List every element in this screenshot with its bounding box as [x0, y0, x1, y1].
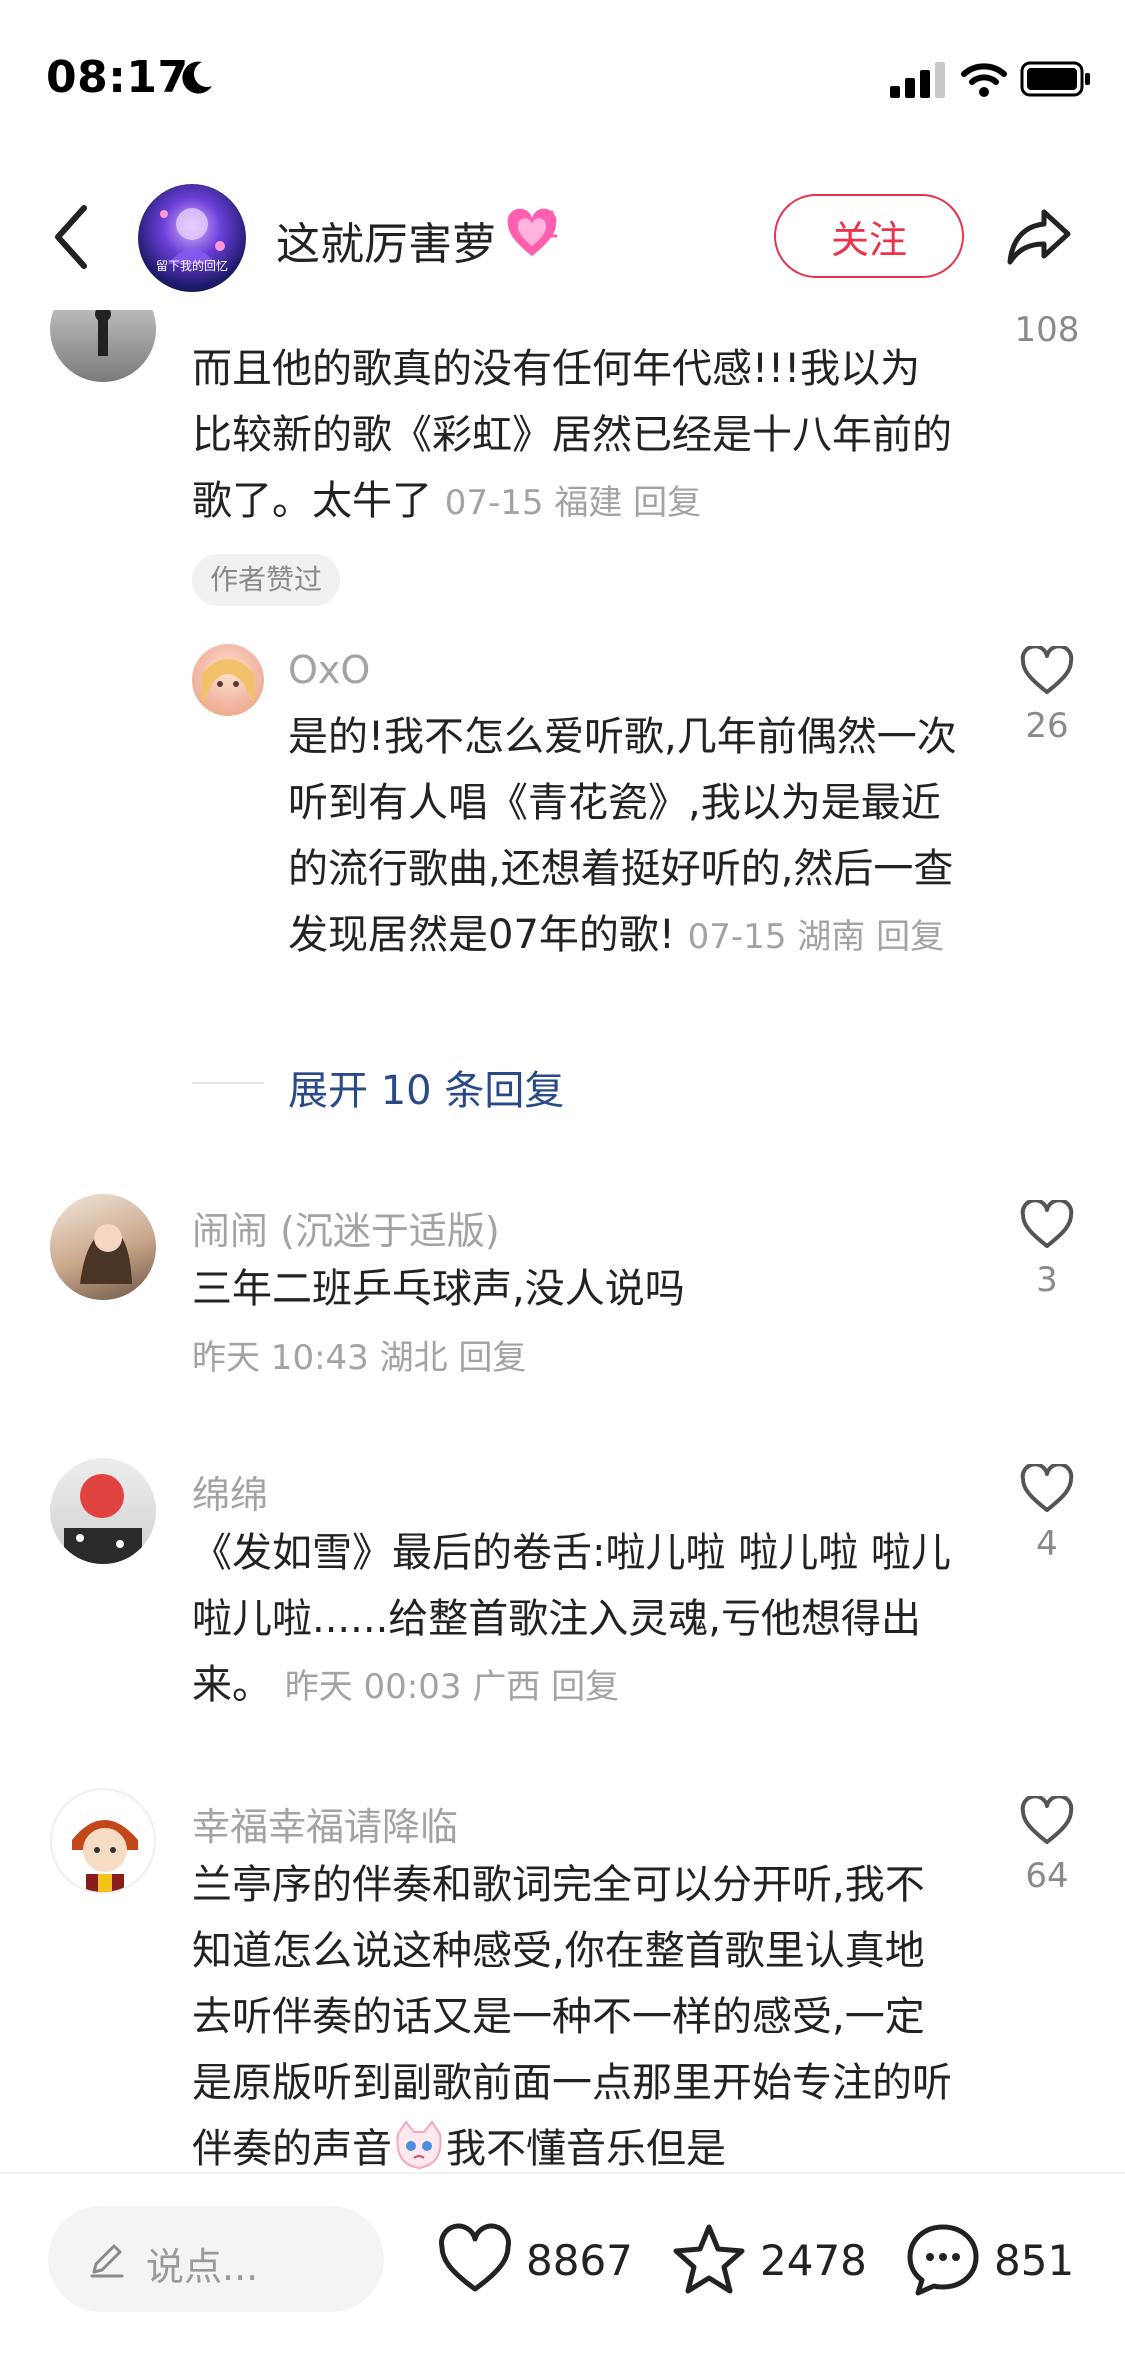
collect-action[interactable]: 2478: [670, 2218, 867, 2302]
expand-replies-link[interactable]: 展开 10 条回复: [288, 1058, 564, 1116]
like-count: 108: [1014, 310, 1080, 350]
commenter-avatar-art: [64, 1474, 142, 1564]
author-name[interactable]: 这就厉害萝: [276, 208, 496, 272]
like-button[interactable]: 3: [992, 1200, 1102, 1300]
heart-outline-icon: [1020, 1464, 1074, 1512]
like-count: 64: [1025, 1856, 1069, 1896]
commenter-avatar[interactable]: [50, 1458, 156, 1564]
share-icon[interactable]: [1004, 200, 1074, 270]
collect-count: 2478: [760, 2235, 867, 2285]
heart-outline-icon: [1020, 1796, 1074, 1844]
comment-text: 《发如雪》最后的卷舌:啦儿啦 啦儿啦 啦儿啦儿啦......给整首歌注入灵魂,亏…: [192, 1520, 952, 1720]
pink-heart-emoji-icon: [507, 208, 558, 256]
replier-avatar[interactable]: [192, 644, 264, 716]
battery-icon: [1020, 61, 1090, 97]
commenter-avatar[interactable]: [50, 1194, 156, 1300]
like-count: 4: [1036, 1524, 1058, 1564]
comment-meta[interactable]: 昨天 10:43 湖北 回复: [192, 1330, 526, 1379]
like-button[interactable]: 108: [992, 310, 1102, 350]
reply-text: 是的!我不怎么爱听歌,几年前偶然一次听到有人唱《青花瓷》,我以为是最近的流行歌曲…: [288, 704, 960, 970]
bottom-action-bar: 说点... 8867 2478 851: [0, 2172, 1125, 2379]
like-button[interactable]: 4: [992, 1464, 1102, 1564]
chat-bubble-icon: [907, 2224, 979, 2296]
like-count: 26: [1025, 706, 1069, 746]
reply-meta[interactable]: 07-15 湖南 回复: [688, 917, 944, 957]
comment-text: 三年二班乒乓球声,没人说吗: [192, 1256, 952, 1322]
star-outline-icon: [673, 2224, 745, 2294]
commenter-avatar-art: [95, 310, 111, 356]
commenter-avatar-art: [80, 1224, 132, 1284]
like-action[interactable]: 8867: [436, 2218, 633, 2302]
comment-body: 三年二班乒乓球声,没人说吗: [192, 1266, 685, 1312]
comment-meta[interactable]: 07-15 福建 回复: [445, 483, 701, 523]
comment-action[interactable]: 851: [904, 2218, 1074, 2302]
moon-icon: [182, 61, 212, 94]
crying-cat-emoji-icon: [396, 2120, 442, 2170]
commenter-avatar-art: [72, 1820, 138, 1892]
status-time: 08:17: [46, 52, 189, 103]
commenter-name[interactable]: 绵绵: [192, 1464, 268, 1519]
commenter-name[interactable]: 闹闹 (沉迷于适版): [192, 1200, 500, 1255]
expand-divider: [192, 1082, 264, 1084]
pencil-icon: [90, 2244, 124, 2278]
note-header: 留下我的回忆 这就厉害萝 关注: [0, 170, 1125, 310]
comment-list: 而且他的歌真的没有任何年代感!!!我以为比较新的歌《彩虹》居然已经是十八年前的歌…: [0, 310, 1125, 2172]
replier-avatar-art: [202, 659, 254, 704]
author-avatar[interactable]: 留下我的回忆: [138, 184, 246, 292]
author-liked-badge: 作者赞过: [192, 554, 341, 606]
comment-body-tail: 我不懂音乐但是: [446, 2126, 726, 2172]
follow-button[interactable]: 关注: [774, 194, 964, 278]
comment-placeholder: 说点...: [146, 2245, 259, 2289]
heart-outline-icon: [1020, 646, 1074, 694]
comment-text: 兰亭序的伴奏和歌词完全可以分开听,我不知道怎么说这种感受,你在整首歌里认真地去听…: [192, 1852, 952, 2172]
commenter-name[interactable]: 幸福幸福请降临: [192, 1796, 458, 1851]
comment-text: 而且他的歌真的没有任何年代感!!!我以为比较新的歌《彩虹》居然已经是十八年前的歌…: [192, 336, 952, 536]
commenter-avatar[interactable]: [50, 1788, 156, 1894]
like-button[interactable]: 26: [992, 646, 1102, 746]
signal-icon: [890, 62, 945, 98]
author-avatar-caption: 留下我的回忆: [155, 259, 228, 273]
note-detail-page: 08:17 留下我的回忆 这就厉害萝 关注 而且他的歌真的没有任何年代感!!!我…: [0, 0, 1125, 2379]
wifi-icon: [961, 63, 1007, 97]
commenter-avatar[interactable]: [50, 310, 156, 382]
like-count: 8867: [526, 2235, 633, 2285]
comment-input[interactable]: 说点...: [48, 2206, 384, 2312]
heart-outline-icon: [439, 2223, 511, 2292]
back-arrow-icon[interactable]: [50, 202, 94, 272]
author-avatar-art: [160, 208, 225, 264]
like-button[interactable]: 64: [992, 1796, 1102, 1896]
comment-meta[interactable]: 昨天 00:03 广西 回复: [285, 1667, 619, 1707]
like-count: 3: [1036, 1260, 1058, 1300]
heart-outline-icon: [1020, 1200, 1074, 1248]
status-bar: 08:17: [0, 0, 1125, 150]
comment-count: 851: [994, 2235, 1075, 2285]
replier-name[interactable]: OxO: [288, 648, 370, 692]
